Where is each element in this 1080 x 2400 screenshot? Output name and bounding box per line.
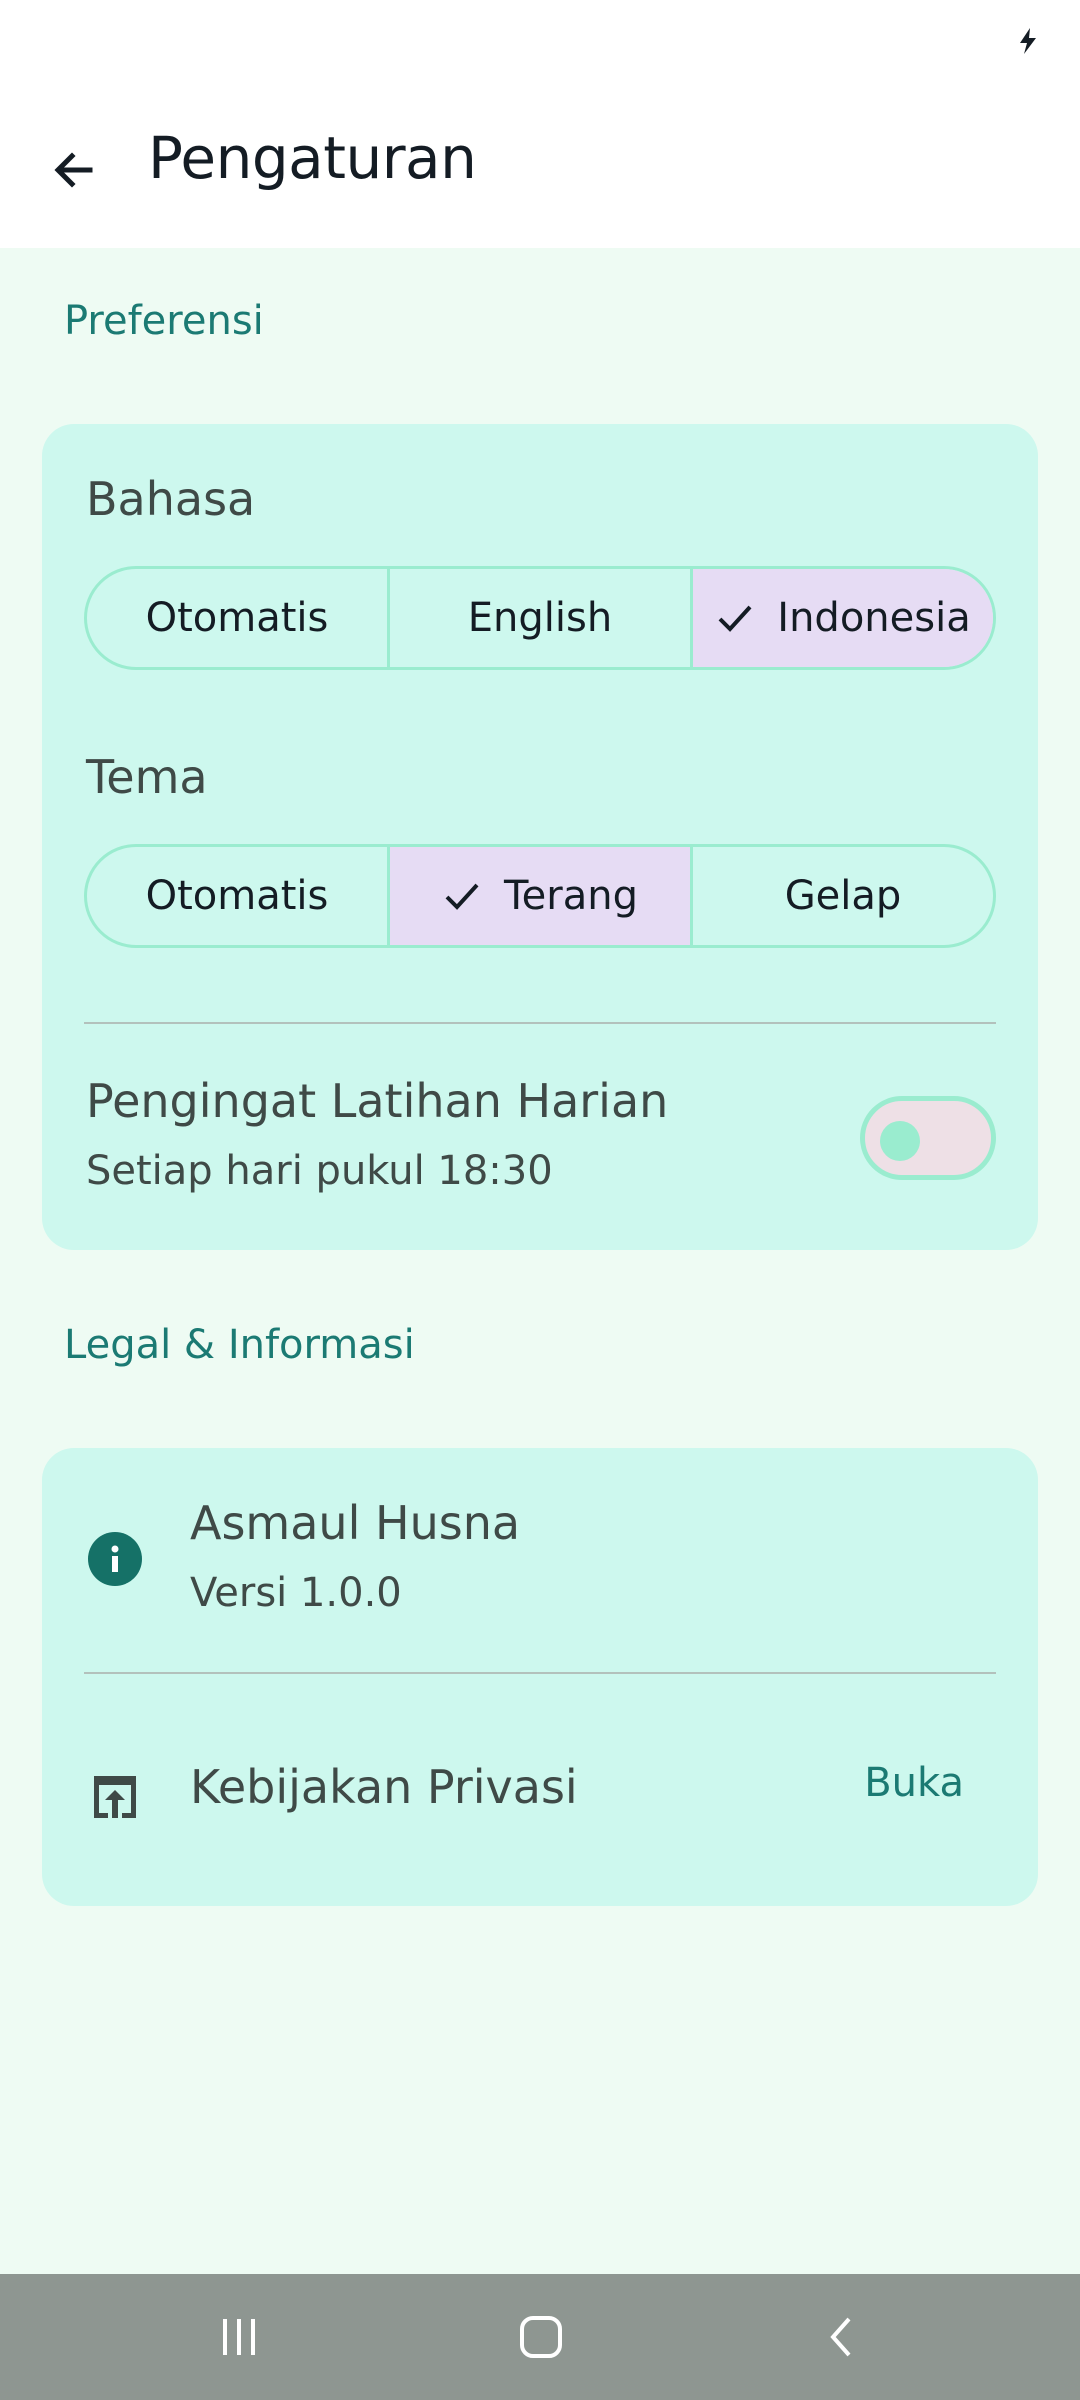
preferences-card: Bahasa Otomatis English Indonesia Tema O… [42,424,1038,1250]
theme-segmented-control: Otomatis Terang Gelap [84,844,996,948]
language-option-english[interactable]: English [390,569,693,667]
app-version: Versi 1.0.0 [190,1570,402,1616]
theme-option-label: Otomatis [145,873,329,919]
theme-option-label: Gelap [784,873,902,919]
info-icon [88,1532,142,1586]
reminder-toggle[interactable] [860,1096,996,1180]
home-button[interactable] [496,2302,586,2372]
system-nav-bar [0,2274,1080,2400]
nav-back-button[interactable] [798,2302,888,2372]
status-bar [0,0,1080,90]
top-app-bar: Pengaturan [0,90,1080,248]
privacy-policy-row[interactable]: Kebijakan Privasi Buka [42,1674,1038,1906]
section-header-legal: Legal & Informasi [64,1322,415,1368]
section-header-preferences: Preferensi [64,298,264,344]
legal-card: Asmaul Husna Versi 1.0.0 Kebijakan Priva… [42,1448,1038,1906]
language-label: Bahasa [86,472,256,526]
language-option-auto[interactable]: Otomatis [87,569,390,667]
reminder-subtitle: Setiap hari pukul 18:30 [86,1148,553,1194]
privacy-policy-label: Kebijakan Privasi [190,1760,578,1814]
page-title: Pengaturan [148,124,477,192]
back-button[interactable] [30,126,118,214]
open-in-browser-icon [94,1776,136,1818]
divider [84,1022,996,1024]
language-option-indonesia[interactable]: Indonesia [693,569,993,667]
check-icon [718,605,752,632]
arrow-back-icon [54,152,93,188]
info-glyph-icon [111,1545,119,1572]
charging-bolt-icon [1020,28,1036,54]
back-icon [830,2317,851,2357]
theme-option-label: Terang [504,873,638,919]
theme-option-dark[interactable]: Gelap [693,847,993,945]
theme-option-light[interactable]: Terang [390,847,693,945]
toggle-thumb [880,1121,920,1161]
reminder-title: Pengingat Latihan Harian [86,1074,669,1128]
recent-apps-button[interactable] [194,2302,284,2372]
language-option-label: Indonesia [777,595,971,641]
app-name: Asmaul Husna [190,1496,521,1550]
language-segmented-control: Otomatis English Indonesia [84,566,996,670]
theme-option-auto[interactable]: Otomatis [87,847,390,945]
home-icon [520,2316,562,2358]
language-option-label: Otomatis [145,595,329,641]
open-privacy-button[interactable]: Buka [864,1760,964,1806]
theme-label: Tema [86,750,208,804]
check-icon [445,883,479,910]
recent-apps-icon [223,2319,255,2355]
language-option-label: English [467,595,613,641]
